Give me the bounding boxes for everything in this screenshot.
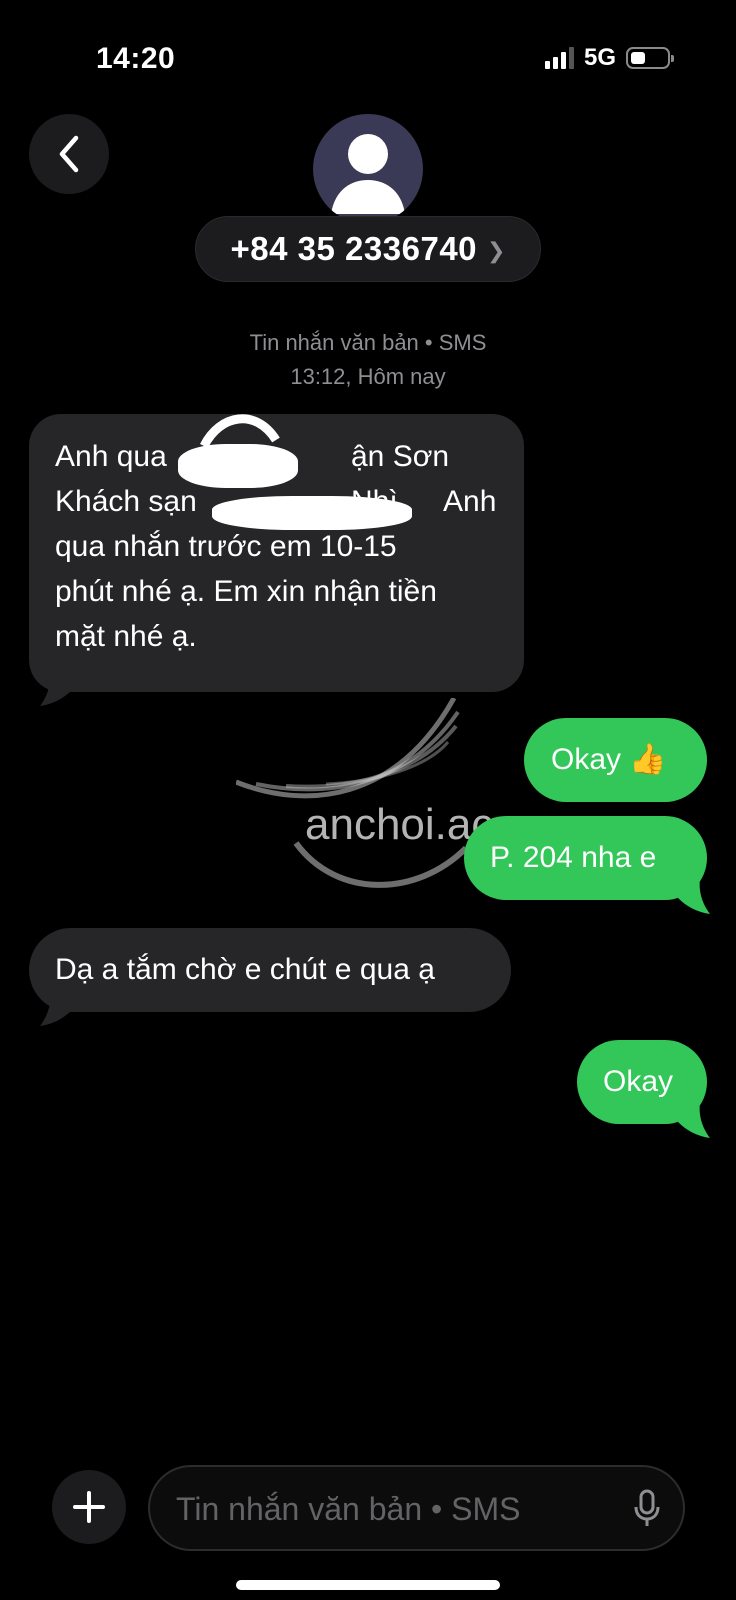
contact-details-button[interactable]: +84 35 2336740 ❯ xyxy=(195,216,541,282)
bubble-tail xyxy=(678,1102,710,1138)
home-indicator[interactable] xyxy=(236,1580,500,1590)
back-chevron-icon xyxy=(59,135,79,173)
message-bubble-incoming[interactable]: Dạ a tắm chờ e chút e qua ạ xyxy=(29,928,511,1012)
status-time: 14:20 xyxy=(96,42,176,75)
bubble-tail xyxy=(40,668,72,706)
message-text: phút nhé ạ. Em xin nhận tiền xyxy=(55,575,437,608)
message-compose-field[interactable] xyxy=(148,1465,685,1551)
microphone-icon[interactable] xyxy=(633,1489,661,1529)
message-text: Dạ a tắm chờ e chút e qua ạ xyxy=(55,953,435,986)
message-bubble-outgoing[interactable]: Okay 👍 xyxy=(524,718,707,802)
signal-icon xyxy=(544,47,574,69)
message-text: Anh qua xyxy=(55,440,167,473)
battery-icon xyxy=(626,47,674,69)
message-text: Khách sạn xyxy=(55,485,197,518)
message-text: P. 204 nha e xyxy=(490,841,657,874)
add-attachment-button[interactable] xyxy=(52,1470,126,1544)
network-type: 5G xyxy=(583,44,616,71)
message-text: mặt nhé ạ. xyxy=(55,620,197,653)
person-icon xyxy=(331,134,405,214)
bubble-tail xyxy=(678,878,710,914)
message-bubble-outgoing[interactable]: P. 204 nha e xyxy=(464,816,707,900)
watermark-text: anchoi.ac xyxy=(305,800,494,849)
contact-avatar[interactable] xyxy=(313,114,423,224)
conversation-timestamp: 13:12, Hôm nay xyxy=(290,364,446,389)
message-text: Anh xyxy=(443,485,497,518)
status-indicators: 5G xyxy=(544,44,674,72)
chevron-right-icon: ❯ xyxy=(487,237,506,263)
message-text: qua nhắn trước em 10-15 xyxy=(55,530,397,563)
message-input[interactable] xyxy=(174,1467,608,1551)
conversation-service-label: Tin nhắn văn bản • SMS xyxy=(249,330,487,355)
plus-icon xyxy=(73,1491,105,1523)
back-button[interactable] xyxy=(29,114,109,194)
message-text: Okay 👍 xyxy=(551,743,667,776)
message-text: Okay xyxy=(603,1065,674,1098)
contact-number: +84 35 2336740 xyxy=(230,230,478,267)
bubble-tail xyxy=(40,990,72,1026)
